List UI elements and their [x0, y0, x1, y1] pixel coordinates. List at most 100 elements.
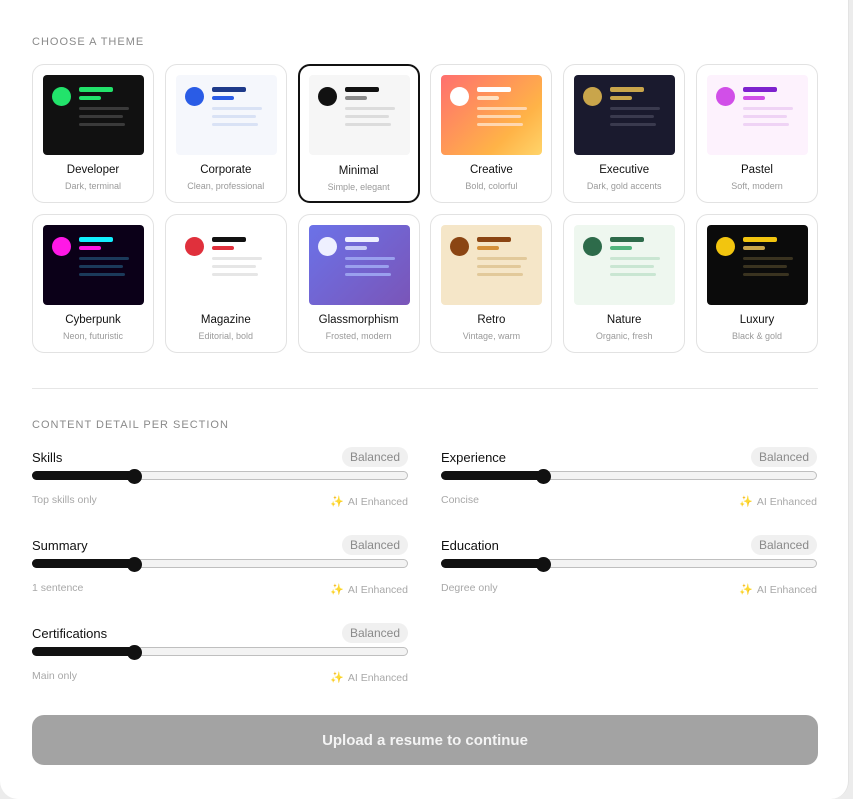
preview-line: [79, 87, 113, 92]
slider-education: Education Balanced Degree only ✨ AI Enhan…: [441, 535, 817, 608]
theme-settings-panel: CHOOSE A THEME Developer Dark, terminal …: [0, 0, 849, 799]
slider-title: Experience: [441, 450, 507, 465]
theme-card-developer[interactable]: Developer Dark, terminal: [32, 64, 154, 203]
theme-name: Pastel: [741, 164, 773, 176]
preview-avatar-icon: [317, 87, 337, 106]
slider-track[interactable]: [32, 471, 408, 480]
preview-avatar-icon: [583, 87, 603, 106]
theme-name: Minimal: [338, 165, 379, 177]
theme-name: Developer: [66, 164, 120, 176]
theme-description: Neon, futuristic: [62, 331, 124, 341]
slider-handle[interactable]: [127, 645, 142, 660]
theme-name: Creative: [469, 164, 513, 176]
slider-title: Education: [441, 538, 499, 553]
theme-name: Nature: [606, 314, 642, 326]
slider-handle[interactable]: [536, 469, 551, 484]
preview-line: [477, 237, 512, 242]
theme-card-magazine[interactable]: Magazine Editorial, bold: [164, 214, 287, 353]
slider-track[interactable]: [441, 559, 817, 568]
slider-handle[interactable]: [127, 469, 142, 484]
theme-description: Organic, fresh: [595, 331, 653, 341]
preview-line: [477, 257, 528, 260]
preview-line: [344, 115, 389, 118]
theme-preview: [175, 225, 277, 305]
preview-avatar-icon: [184, 87, 204, 106]
preview-avatar-icon: [317, 237, 337, 256]
preview-line: [344, 87, 379, 92]
slider-fill: [441, 471, 544, 480]
preview-line: [610, 87, 645, 92]
preview-line: [79, 123, 125, 126]
preview-line: [742, 265, 787, 268]
preview-line: [344, 257, 395, 260]
preview-line: [344, 123, 391, 126]
preview-line: [79, 257, 129, 260]
slider-min-label: 1 sentence: [32, 582, 84, 594]
slider-max-label: ✨ AI Enhanced: [330, 583, 408, 596]
preview-line: [211, 96, 234, 100]
slider-max-text: AI Enhanced: [756, 584, 817, 596]
slider-track[interactable]: [32, 647, 408, 656]
preview-line: [610, 246, 633, 250]
preview-line: [344, 237, 379, 242]
theme-card-nature[interactable]: Nature Organic, fresh: [563, 214, 686, 353]
preview-avatar-icon: [184, 237, 204, 256]
theme-description: Clean, professional: [187, 181, 265, 191]
theme-card-minimal[interactable]: Minimal Simple, elegant: [297, 64, 420, 203]
preview-line: [79, 107, 129, 110]
slider-skills: Skills Balanced Top skills only ✨ AI Enha…: [32, 447, 408, 520]
theme-card-creative[interactable]: Creative Bold, colorful: [430, 64, 553, 203]
theme-preview: [574, 225, 676, 305]
theme-name: Cyberpunk: [65, 314, 121, 326]
theme-preview: [706, 75, 808, 155]
status-badge: Balanced: [341, 535, 408, 555]
theme-description: Dark, gold accents: [586, 181, 662, 191]
slider-fill: [441, 559, 544, 568]
theme-preview: [706, 225, 808, 305]
preview-line: [742, 237, 777, 242]
preview-line: [211, 123, 258, 126]
upload-resume-button[interactable]: Upload a resume to continue: [32, 715, 818, 765]
theme-card-cyberpunk[interactable]: Cyberpunk Neon, futuristic: [32, 214, 154, 353]
preview-line: [79, 273, 125, 276]
preview-line: [742, 273, 789, 276]
theme-preview: [43, 225, 144, 305]
preview-line: [477, 246, 500, 250]
slider-handle[interactable]: [536, 557, 551, 572]
slider-track[interactable]: [441, 471, 817, 480]
sparkle-icon: ✨: [330, 672, 344, 684]
theme-card-corporate[interactable]: Corporate Clean, professional: [164, 64, 287, 203]
theme-card-pastel[interactable]: Pastel Soft, modern: [695, 64, 818, 203]
slider-max-text: AI Enhanced: [347, 496, 408, 508]
theme-card-retro[interactable]: Retro Vintage, warm: [430, 214, 553, 353]
preview-line: [742, 115, 787, 118]
theme-preview: [441, 225, 543, 305]
slider-track[interactable]: [32, 559, 408, 568]
theme-preview: [308, 225, 410, 305]
sparkle-icon: ✨: [330, 584, 344, 596]
preview-line: [610, 107, 661, 110]
preview-line: [344, 96, 367, 100]
theme-card-executive[interactable]: Executive Dark, gold accents: [563, 64, 686, 203]
preview-line: [344, 273, 391, 276]
slider-handle[interactable]: [127, 557, 142, 572]
theme-card-glassmorphism[interactable]: Glassmorphism Frosted, modern: [297, 214, 420, 353]
theme-card-luxury[interactable]: Luxury Black & gold: [695, 214, 818, 353]
slider-min-label: Degree only: [441, 582, 498, 594]
preview-line: [211, 246, 234, 250]
preview-line: [742, 87, 777, 92]
theme-name: Retro: [477, 314, 506, 326]
preview-line: [610, 265, 655, 268]
theme-name: Corporate: [200, 164, 252, 176]
preview-line: [79, 115, 123, 118]
preview-line: [742, 257, 793, 260]
theme-name: Glassmorphism: [318, 314, 399, 326]
preview-avatar-icon: [52, 87, 71, 106]
preview-line: [211, 115, 256, 118]
preview-line: [610, 257, 661, 260]
preview-line: [610, 273, 657, 276]
slider-max-label: ✨ AI Enhanced: [330, 671, 408, 684]
preview-line: [211, 265, 256, 268]
theme-description: Black & gold: [731, 331, 782, 341]
preview-line: [742, 246, 765, 250]
